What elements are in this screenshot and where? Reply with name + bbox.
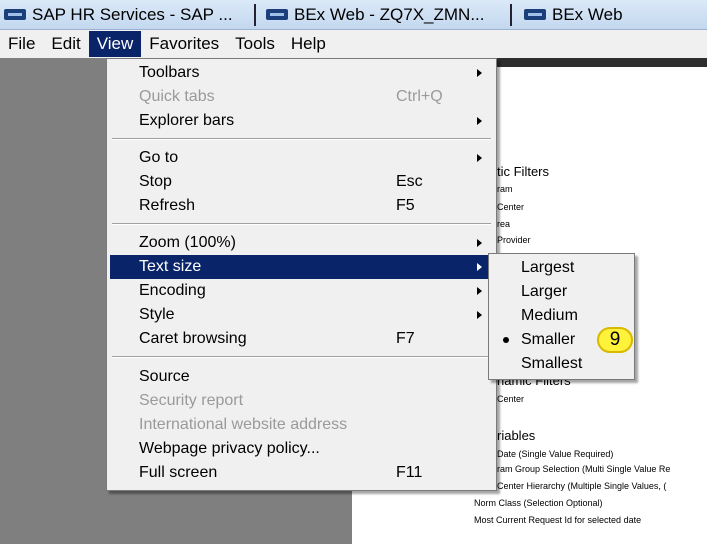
sap-page-icon	[4, 9, 26, 20]
menu-favorites[interactable]: Favorites	[141, 31, 227, 57]
menu-item-caret-browsing[interactable]: Caret browsing F7	[110, 327, 493, 351]
menu-item-security-report: Security report	[110, 389, 493, 413]
menu-view[interactable]: View	[88, 31, 142, 57]
menu-item-label: Full screen	[139, 464, 218, 481]
variable-item[interactable]: Norm Class (Selection Optional)	[474, 498, 603, 508]
text-size-smallest[interactable]: Smallest	[492, 352, 631, 376]
tab-label: SAP HR Services - SAP ...	[32, 4, 233, 24]
menu-item-toolbars[interactable]: Toolbars	[110, 61, 493, 85]
sap-page-icon	[266, 9, 288, 20]
menu-item-source[interactable]: Source	[110, 365, 493, 389]
menu-item-label: Encoding	[139, 282, 206, 299]
submenu-arrow-icon	[477, 154, 482, 162]
menu-edit[interactable]: Edit	[43, 31, 88, 57]
menu-item-zoom[interactable]: Zoom (100%)	[110, 231, 493, 255]
browser-tab-strip: SAP HR Services - SAP ... BEx Web - ZQ7X…	[0, 0, 707, 30]
static-filter-item[interactable]: rea	[497, 219, 510, 229]
static-filter-item[interactable]: ram	[497, 184, 513, 194]
tab-bex-web[interactable]: BEx Web	[520, 0, 623, 29]
menu-item-label: Toolbars	[139, 64, 200, 81]
static-filter-item[interactable]: Provider	[497, 235, 531, 245]
tab-separator	[254, 4, 256, 26]
menu-bar: File Edit View Favorites Tools Help	[0, 30, 707, 58]
menu-separator	[112, 223, 491, 225]
menu-file[interactable]: File	[0, 31, 43, 57]
submenu-arrow-icon	[477, 69, 482, 77]
submenu-arrow-icon	[477, 239, 482, 247]
submenu-arrow-icon	[477, 263, 482, 271]
menu-item-label: Security report	[139, 392, 244, 409]
menu-item-full-screen[interactable]: Full screen F11	[110, 461, 493, 485]
variables-heading: riables	[497, 428, 536, 443]
text-size-medium[interactable]: Medium	[492, 304, 631, 328]
menu-item-label: Refresh	[139, 197, 196, 214]
menu-item-quick-tabs: Quick tabs Ctrl+Q	[110, 85, 493, 109]
menu-item-label: Medium	[521, 307, 578, 324]
menu-item-text-size[interactable]: Text size	[110, 255, 493, 279]
menu-item-go-to[interactable]: Go to	[110, 146, 493, 170]
menu-item-refresh[interactable]: Refresh F5	[110, 194, 493, 218]
menu-item-international-address: International website address	[110, 413, 493, 437]
static-filter-item[interactable]: Center	[497, 202, 524, 212]
submenu-arrow-icon	[477, 311, 482, 319]
selected-radio-dot-icon	[503, 337, 509, 343]
menu-item-explorer-bars[interactable]: Explorer bars	[110, 109, 493, 133]
menu-item-shortcut: Esc	[396, 173, 423, 190]
submenu-arrow-icon	[477, 117, 482, 125]
menu-item-label: Go to	[139, 149, 179, 166]
menu-item-label: Smallest	[521, 355, 583, 372]
menu-item-encoding[interactable]: Encoding	[110, 279, 493, 303]
static-filters-heading: tic Filters	[497, 164, 549, 179]
menu-item-shortcut: Ctrl+Q	[396, 88, 443, 105]
view-menu: Toolbars Quick tabs Ctrl+Q Explorer bars…	[106, 58, 497, 491]
menu-item-label: Source	[139, 368, 190, 385]
tab-label: BEx Web - ZQ7X_ZMN...	[294, 4, 485, 24]
variable-item[interactable]: Most Current Request Id for selected dat…	[474, 515, 641, 525]
text-size-submenu: Largest Larger Medium Smaller Smallest	[488, 253, 635, 380]
menu-item-label: Smaller	[521, 331, 576, 348]
sap-page-icon	[524, 9, 546, 20]
menu-separator	[112, 138, 491, 140]
menu-item-label: Style	[139, 306, 175, 323]
menu-item-style[interactable]: Style	[110, 303, 493, 327]
menu-item-shortcut: F5	[396, 197, 415, 214]
menu-item-shortcut: F7	[396, 330, 415, 347]
tab-sap-hr-services[interactable]: SAP HR Services - SAP ...	[0, 0, 233, 29]
tab-label: BEx Web	[552, 4, 623, 24]
text-size-largest[interactable]: Largest	[492, 256, 631, 280]
menu-item-label: Webpage privacy policy...	[139, 440, 320, 457]
menu-help[interactable]: Help	[283, 31, 334, 57]
tab-separator	[510, 4, 512, 26]
variable-item[interactable]: Center Hierarchy (Multiple Single Values…	[497, 481, 666, 491]
menu-item-label: Zoom (100%)	[139, 234, 236, 251]
menu-item-label: International website address	[139, 416, 348, 433]
submenu-arrow-icon	[477, 287, 482, 295]
menu-item-shortcut: F11	[396, 464, 423, 481]
dynamic-filter-item[interactable]: Center	[497, 394, 524, 404]
menu-item-label: Explorer bars	[139, 112, 235, 129]
menu-item-label: Stop	[139, 173, 172, 190]
menu-tools[interactable]: Tools	[227, 31, 283, 57]
text-size-larger[interactable]: Larger	[492, 280, 631, 304]
menu-item-label: Larger	[521, 283, 568, 300]
step-number-badge: 9	[597, 327, 633, 353]
menu-separator	[112, 356, 491, 358]
variable-item[interactable]: Date (Single Value Required)	[497, 449, 613, 459]
menu-item-privacy-policy[interactable]: Webpage privacy policy...	[110, 437, 493, 461]
menu-item-label: Caret browsing	[139, 330, 247, 347]
tab-bex-web-zq7x[interactable]: BEx Web - ZQ7X_ZMN...	[262, 0, 485, 29]
menu-item-label: Text size	[139, 258, 202, 275]
menu-item-stop[interactable]: Stop Esc	[110, 170, 493, 194]
menu-item-label: Largest	[521, 259, 575, 276]
menu-item-label: Quick tabs	[139, 88, 215, 105]
variable-item[interactable]: ram Group Selection (Multi Single Value …	[497, 464, 670, 474]
